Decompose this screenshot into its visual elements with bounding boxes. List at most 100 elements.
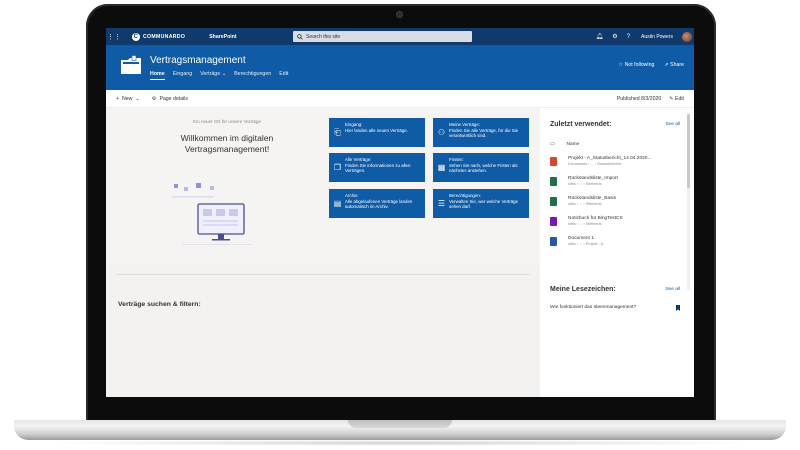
nav-item-edit[interactable]: Edit <box>279 71 288 77</box>
powerpoint-file-icon <box>550 157 557 166</box>
word-file-icon <box>550 237 557 246</box>
share-button[interactable]: ⇗ Share <box>664 62 684 68</box>
site-actions: ☆ Not following ⇗ Share <box>619 62 684 68</box>
gear-icon[interactable]: ⚙ <box>612 33 617 40</box>
main-column: Ein neuer Ort für unsere Verträge Willko… <box>106 108 540 397</box>
page-content: Ein neuer Ort für unsere Verträge Willko… <box>106 108 694 397</box>
brand[interactable]: C COMMUNARDO <box>132 32 186 41</box>
waffle-icon[interactable]: ⋮⋮ <box>106 33 122 41</box>
search-input[interactable]: Search this site <box>293 31 472 42</box>
laptop-notch <box>348 420 452 428</box>
file-path: sites › ... › Sitefeeds <box>568 222 602 226</box>
plus-icon: + <box>116 95 120 102</box>
excel-file-icon <box>550 197 557 206</box>
share-label: Share <box>670 62 684 68</box>
edit-label: Edit <box>675 96 684 102</box>
tile-alle-vertraege[interactable]: ❐ Alle Verträge: Finden Sie Informatione… <box>329 153 425 182</box>
tile-description: Alle abgelaufenen Verträge landen automa… <box>345 198 413 210</box>
list-item[interactable]: Projekt - A_Statusbericht_14.04.2020... … <box>550 156 680 167</box>
recent-header: Zuletzt verwendet: See all <box>550 121 680 128</box>
new-label: New <box>122 95 133 102</box>
nav-item-berechtigungen[interactable]: Berechtigungen <box>234 71 271 77</box>
bell-icon[interactable]: 🔔︎ <box>596 33 604 40</box>
laptop-shadow <box>40 440 760 446</box>
file-path: sites › ... › Sitefeeds <box>568 182 602 186</box>
communardo-logo-icon: C <box>132 32 140 41</box>
recent-title: Zuletzt verwendet: <box>550 121 612 128</box>
suite-bar-actions: 🔔︎ ⚙ ? Austin Powers <box>596 28 692 45</box>
tile-archiv[interactable]: ▤ Archiv: Alle abgelaufenen Verträge lan… <box>329 189 425 218</box>
tile-description: Finden Sie alle Verträge, für die Sie ve… <box>449 127 519 139</box>
tile-text: Berechtigungen: Verwalten Sie, wer welch… <box>449 193 526 210</box>
file-path: sites › ... › Projekt - A <box>568 242 604 246</box>
tile-berechtigungen[interactable]: ☰ Berechtigungen: Verwalten Sie, wer wel… <box>433 189 529 218</box>
file-info: Rückstandsliste_Basis sites › ... › Site… <box>568 196 616 207</box>
file-path: sites › ... › Sitefeeds <box>568 202 602 206</box>
bookmarks-see-all-link[interactable]: See all <box>665 287 680 292</box>
contract-filter-section: Verträge suchen & filtern: <box>106 288 540 397</box>
search-placeholder: Search this site <box>306 33 341 40</box>
site-header: Vertragsmanagement Home Eingang Verträge… <box>106 45 694 90</box>
bookmark-item[interactable]: Wie funktioniert das Ideenmanagement? <box>550 305 680 311</box>
sidebar-column: Zuletzt verwendet: See all ▭ Name Projek… <box>540 108 694 397</box>
chevron-down-icon: ⌄ <box>135 95 140 102</box>
page-details-label: Page details <box>159 95 188 102</box>
share-icon: ⇗ <box>664 62 669 68</box>
column-name-label: Name <box>566 142 580 147</box>
pencil-icon: ✎ <box>669 96 674 102</box>
recent-column-header[interactable]: ▭ Name <box>550 142 680 147</box>
tile-text: Archiv: Alle abgelaufenen Verträge lande… <box>345 193 422 210</box>
new-button[interactable]: + New ⌄ <box>116 96 140 102</box>
section-divider <box>116 274 530 275</box>
user-name[interactable]: Austin Powers <box>641 34 673 40</box>
brand-name: COMMUNARDO <box>143 33 186 40</box>
scrollbar-thumb[interactable] <box>687 114 690 188</box>
edit-button[interactable]: ✎ Edit <box>669 96 684 102</box>
recent-see-all-link[interactable]: See all <box>665 122 680 127</box>
list-item[interactable]: Rückstandsliste_Basis sites › ... › Site… <box>550 196 680 207</box>
list-item[interactable]: Notizbuch für BingTestCS sites › ... › S… <box>550 216 680 227</box>
calendar-icon: ▦ <box>437 163 446 172</box>
nav-item-vertraege[interactable]: Verträge ⌄ <box>200 71 226 77</box>
chevron-down-icon: ⌄ <box>221 71 227 77</box>
excel-file-icon <box>550 177 557 186</box>
tile-description: Sehen Sie nach, welche Fristen als nächs… <box>449 162 518 174</box>
tile-meine-vertraege[interactable]: ⚇ Meine Verträge: Finden Sie alle Verträ… <box>433 118 529 147</box>
page-details-button[interactable]: ⚙ Page details <box>152 96 188 102</box>
tile-description: Hier landen alle neuen Verträge. <box>345 127 408 133</box>
monitor-illustration-icon <box>172 183 252 245</box>
command-bar: + New ⌄ ⚙ Page details Published 8/3/202… <box>106 90 694 108</box>
search-icon <box>297 33 303 40</box>
site-title[interactable]: Vertragsmanagement <box>150 55 246 66</box>
file-type-icon: ▭ <box>550 142 555 147</box>
tile-fristen[interactable]: ▦ Fristen: Sehen Sie nach, welche Friste… <box>433 153 529 182</box>
browser-screen: ⋮⋮ C COMMUNARDO SharePoint Search this s… <box>106 28 694 397</box>
tile-description: Verwalten Sie, wer welche Verträge sehen… <box>449 198 519 210</box>
tile-text: Alle Verträge: Finden Sie Informationen … <box>345 157 422 174</box>
tile-text: Fristen: Sehen Sie nach, welche Fristen … <box>449 157 526 174</box>
product-name[interactable]: SharePoint <box>209 34 236 40</box>
documents-icon: ❐ <box>333 163 342 172</box>
file-path: Documents › ... › Statusberichte <box>568 162 622 166</box>
tile-description: Finden Sie Informationen zu allen Verträ… <box>345 162 411 174</box>
avatar[interactable] <box>682 31 692 42</box>
tile-eingang[interactable]: ⎗ Eingang: Hier landen alle neuen Verträ… <box>329 118 425 147</box>
nav-item-home[interactable]: Home <box>150 71 165 80</box>
file-info: Document 1 sites › ... › Projekt - A <box>568 236 603 247</box>
welcome-subtitle: Ein neuer Ort für unsere Verträge <box>193 119 261 124</box>
inbox-icon: ⎗ <box>334 128 341 137</box>
person-icon: ⚇ <box>437 128 446 137</box>
tile-text: Eingang: Hier landen alle neuen Verträge… <box>345 122 422 133</box>
permissions-icon: ☰ <box>437 199 446 208</box>
help-icon[interactable]: ? <box>627 34 630 40</box>
list-item[interactable]: Rückstandsliste_Import sites › ... › Sit… <box>550 176 680 187</box>
bookmarks-section: Meine Lesezeichen: See all Wie funktioni… <box>550 286 680 311</box>
nav-item-eingang[interactable]: Eingang <box>173 71 192 77</box>
command-bar-right: Published 8/3/2020 ✎ Edit <box>617 90 684 108</box>
suite-bar: ⋮⋮ C COMMUNARDO SharePoint Search this s… <box>106 28 694 45</box>
list-item[interactable]: Document 1 sites › ... › Projekt - A <box>550 236 680 247</box>
nav-item-vertraege-label: Verträge <box>200 71 221 77</box>
bookmark-icon <box>676 305 680 311</box>
bookmark-label: Wie funktioniert das Ideenmanagement? <box>550 305 637 310</box>
follow-button[interactable]: ☆ Not following <box>619 62 655 68</box>
